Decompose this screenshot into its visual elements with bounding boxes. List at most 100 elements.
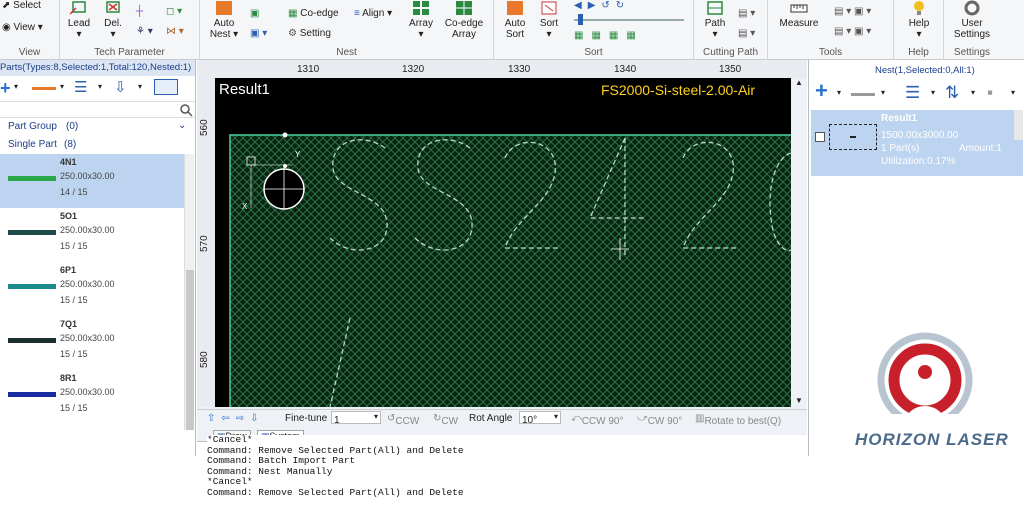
nest-result-item[interactable]: Result1 1500.00x3000.00 1 Part(s) Amount… (811, 110, 1023, 176)
move-arrows-icon[interactable]: ⇧⇦⇨⇩ (207, 413, 265, 424)
scrollbar[interactable] (184, 154, 194, 430)
part-list-item[interactable]: 6P1 250.00x30.00 15 / 15 (0, 262, 184, 316)
sheet-drawing (229, 132, 791, 407)
sort-nest-icon[interactable]: ⇅ (945, 83, 959, 103)
canvas-scrollbar[interactable]: ▲ ▼ (793, 78, 805, 407)
path-button[interactable]: Path ▾ (698, 0, 732, 40)
remove-nest-icon[interactable] (851, 93, 875, 96)
part-count: 15 / 15 (60, 241, 88, 251)
sort-parts-icon[interactable]: ⇩ (114, 78, 127, 96)
user-settings-button[interactable]: User Settings (948, 0, 996, 40)
del-button[interactable]: Del. ▾ (98, 0, 128, 40)
sort-dropdown[interactable]: ▾ (971, 88, 975, 97)
gear-icon (964, 0, 980, 16)
add-dropdown[interactable]: ▾ (837, 88, 841, 97)
list-view-icon[interactable]: ☰ (74, 78, 87, 96)
add-dropdown[interactable]: ▾ (14, 82, 18, 91)
tool-option-icon-2[interactable]: ▤ ▾ ▣ ▾ (834, 26, 871, 37)
part-list-item[interactable]: 8R1 250.00x30.00 15 / 15 (0, 370, 184, 424)
corner-icon[interactable]: ◻ ▾ (166, 6, 182, 17)
part-count: 15 / 15 (60, 349, 88, 359)
command-panel: ▣Draw ▣System *Cancel*Command: Remove Se… (197, 429, 807, 525)
lead-icon (70, 1, 86, 15)
co-edge-array-button[interactable]: Co-edge Array (440, 0, 488, 40)
rot-angle-input[interactable]: 10° ▾ (519, 411, 561, 426)
table-view-icon[interactable] (154, 79, 178, 95)
eye-icon: ◉ (2, 22, 14, 33)
chevron-down-icon[interactable]: ▾ (374, 412, 378, 421)
parts-search-bar[interactable] (0, 102, 195, 118)
remove-dropdown[interactable]: ▾ (60, 82, 64, 91)
sort-slider[interactable] (574, 14, 684, 25)
single-part-row[interactable]: Single Part (8) (0, 136, 195, 154)
part-name: 8R1 (60, 373, 77, 383)
select-button[interactable]: ⬈ Select (2, 0, 41, 11)
save-icon[interactable]: ▪ (987, 83, 993, 103)
tools-group: Measure ▤ ▾ ▣ ▾ ▤ ▾ ▣ ▾ Tools (768, 0, 894, 60)
add-part-icon[interactable]: + (0, 78, 11, 99)
rotate-best-button[interactable]: ▥ Rotate to best(Q) (695, 413, 781, 427)
auto-sort-button[interactable]: Auto Sort (500, 0, 530, 40)
command-line: Command: Nest Manually (207, 465, 333, 477)
scroll-up-icon[interactable]: ▲ (795, 78, 803, 87)
result-checkbox[interactable] (815, 132, 825, 142)
array-button[interactable]: Array ▾ (406, 0, 436, 40)
result-label: Result1 (219, 81, 270, 98)
axis-y-label: Y (295, 150, 301, 159)
sort-button[interactable]: Sort ▾ (534, 0, 564, 40)
scroll-down-icon[interactable]: ▼ (795, 396, 803, 405)
bridge-icon[interactable]: ⚘ ▾ (136, 26, 153, 37)
measure-button[interactable]: Measure (776, 0, 822, 29)
part-count: 14 / 15 (60, 187, 88, 197)
tool-option-icon-1[interactable]: ▤ ▾ ▣ ▾ (834, 6, 871, 17)
part-list-item[interactable]: 4N1 250.00x30.00 14 / 15 (0, 154, 184, 208)
ruler-x-label: 1350 (719, 64, 742, 75)
sort-direction-icons[interactable]: ◀▶↺↻ (574, 0, 630, 11)
part-list-item[interactable]: 5O1 250.00x30.00 15 / 15 (0, 208, 184, 262)
view-group: ⬈ Select ◉ View ▾ View (0, 0, 60, 60)
search-icon[interactable] (179, 103, 193, 117)
part-group-row[interactable]: Part Group (0) ⌄ (0, 118, 195, 136)
co-edge-button[interactable]: ▦ Co-edge (288, 8, 339, 19)
result-name: Result1 (881, 113, 918, 124)
fine-tune-input[interactable]: 1 ▾ (331, 411, 381, 426)
slider-thumb[interactable] (578, 14, 583, 25)
save-dropdown[interactable]: ▾ (1011, 88, 1015, 97)
sort-tool-icons[interactable]: ▦▦▦▦ (574, 30, 644, 41)
setting-button[interactable]: ⚙ Setting (288, 28, 331, 39)
ccw90-button[interactable]: ⤺ CCW 90° (571, 413, 624, 427)
cross-icon[interactable]: ┼ (136, 6, 143, 17)
sort-dropdown[interactable]: ▾ (138, 82, 142, 91)
nest-view-icon[interactable]: ▣ ▾ (250, 28, 267, 39)
part-list-item[interactable]: 7Q1 250.00x30.00 15 / 15 (0, 316, 184, 370)
path-simulate-icon[interactable]: ▤ ▾ (738, 28, 755, 39)
parts-panel-title: Parts(Types:8,Selected:1,Total:120,Neste… (0, 60, 195, 76)
lead-button[interactable]: Lead ▾ (64, 0, 94, 40)
auto-nest-button[interactable]: Auto Nest ▾ (206, 0, 242, 40)
list-dropdown[interactable]: ▾ (98, 82, 102, 91)
remove-part-icon[interactable] (32, 87, 56, 90)
scrollbar-thumb[interactable] (186, 270, 194, 430)
horizontal-ruler: 1310 1320 1330 1340 1350 (197, 60, 807, 78)
ccw-button[interactable]: ↺ CCW (387, 413, 419, 427)
chevron-down-icon[interactable]: ▾ (554, 412, 558, 421)
align-icon: ≡ (354, 8, 363, 19)
path-option-icon[interactable]: ▤ ▾ (738, 8, 755, 19)
results-scrollbar[interactable] (1014, 110, 1023, 140)
list-view-icon[interactable]: ☰ (905, 83, 920, 103)
add-nest-icon[interactable]: + (815, 78, 828, 104)
remove-dropdown[interactable]: ▾ (881, 88, 885, 97)
ribbon: ⬈ Select ◉ View ▾ View Lead ▾ Del. ▾ ┼ ◻ ▾… (0, 0, 1024, 60)
list-dropdown[interactable]: ▾ (931, 88, 935, 97)
cw90-button[interactable]: ⤻ CW 90° (637, 413, 682, 427)
align-button[interactable]: ≡ Align ▾ (354, 8, 392, 19)
part-count: 15 / 15 (60, 403, 88, 413)
help-button[interactable]: Help ▾ (902, 0, 936, 40)
part-thumbnail (8, 284, 56, 289)
drawing-canvas[interactable]: Result1 FS2000-Si-steel-2.00-Air Y X (215, 78, 791, 407)
cw-button[interactable]: ↻ CW (433, 413, 458, 427)
chevron-down-icon[interactable]: ⌄ (178, 120, 186, 131)
nest-option-icon[interactable]: ▣ (250, 8, 259, 19)
micro-joint-icon[interactable]: ⋈ ▾ (166, 26, 184, 37)
view-button[interactable]: ◉ View ▾ (2, 22, 43, 33)
